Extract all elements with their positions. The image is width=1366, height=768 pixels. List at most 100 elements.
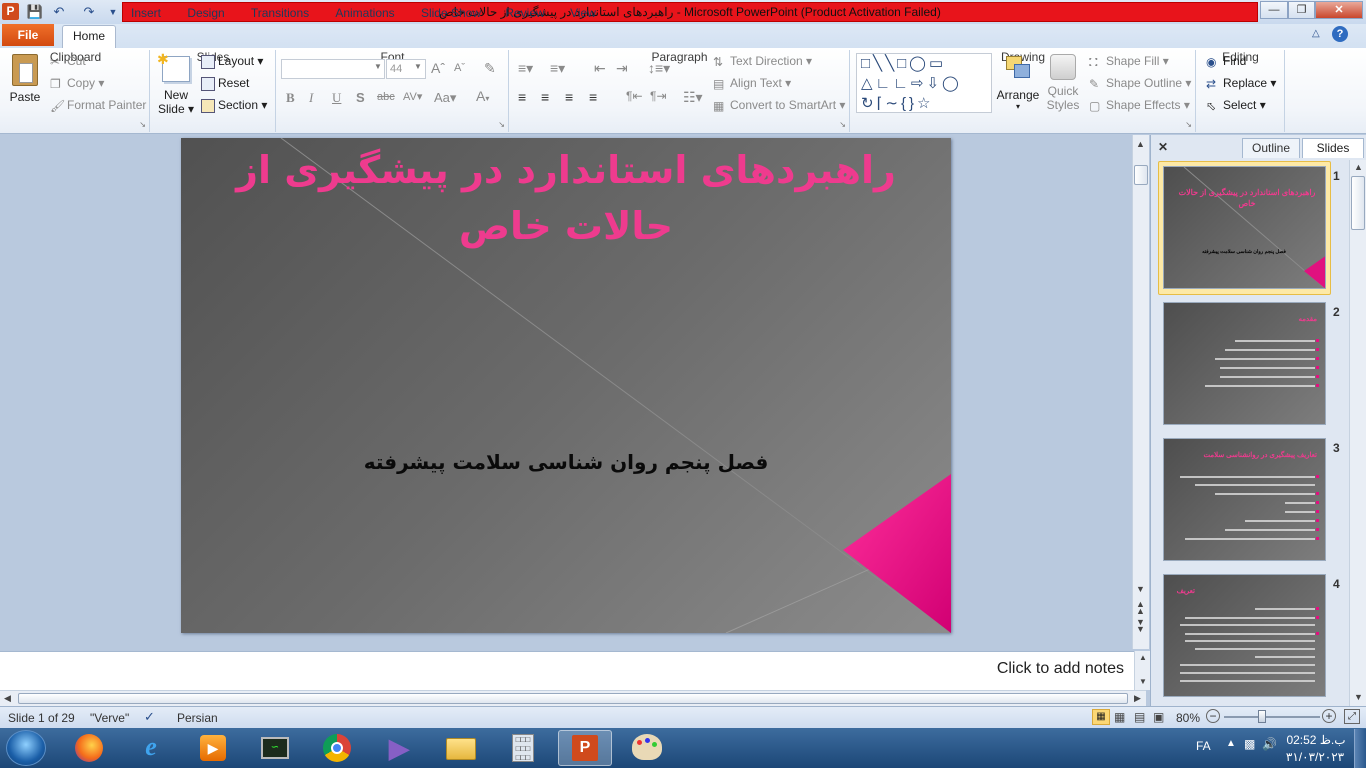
layout-button[interactable]: Layout ▾ — [201, 54, 263, 69]
language-indicator[interactable]: Persian — [177, 711, 218, 725]
align-right-icon[interactable]: ≡ — [565, 89, 573, 105]
vertical-scrollbar[interactable]: ▲ ▼ ▲ ▲ ▼ ▼ — [1132, 135, 1149, 649]
input-language-indicator[interactable]: FA — [1196, 739, 1211, 753]
thumbnail-slide-3[interactable]: تعاریف پیشگیری در روانشناسی سلامت — [1163, 438, 1326, 561]
align-left-icon[interactable]: ≡ — [518, 89, 526, 105]
select-button[interactable]: ⬁ Select ▾ — [1206, 98, 1266, 113]
customize-toolbar-icon[interactable]: ▼ — [104, 3, 122, 21]
pane-scroll-up-icon[interactable]: ▲ — [1354, 162, 1363, 172]
slide-subtitle[interactable]: فصل پنجم روان شناسی سلامت پیشرفته — [301, 450, 831, 474]
shape-outline-button[interactable]: ✎ Shape Outline ▾ — [1089, 76, 1191, 91]
paste-button[interactable]: Paste — [6, 52, 44, 118]
redo-icon[interactable]: ↷ — [80, 3, 98, 21]
zoom-slider[interactable] — [1224, 710, 1320, 723]
rtl-icon[interactable]: ¶⇤ — [626, 89, 643, 103]
pane-scroll-thumb[interactable] — [1351, 176, 1365, 230]
pane-scroll-down-icon[interactable]: ▼ — [1354, 692, 1363, 702]
scroll-right-icon[interactable]: ▶ — [1134, 693, 1141, 704]
tab-home[interactable]: Home — [62, 25, 116, 49]
task-manager-icon[interactable]: ∽ — [248, 730, 302, 766]
dialog-launcher-icon[interactable]: ↘ — [1185, 120, 1192, 129]
scroll-left-icon[interactable]: ◀ — [4, 693, 11, 704]
notes-scroll-down-icon[interactable]: ▼ — [1139, 677, 1147, 686]
zoom-in-icon[interactable]: + — [1322, 709, 1336, 723]
cut-button[interactable]: ✂ Cut — [50, 54, 86, 69]
undo-icon[interactable]: ↶ — [50, 3, 68, 21]
calculator-icon[interactable]: □□□ □□□ □□□ — [496, 730, 550, 766]
firefox-icon[interactable] — [62, 730, 116, 766]
bold-icon[interactable]: B — [286, 90, 295, 106]
app-icon[interactable]: P — [2, 3, 19, 20]
increase-indent-icon[interactable]: ⇥ — [616, 60, 628, 77]
zoom-out-icon[interactable]: − — [1206, 709, 1220, 723]
theme-name[interactable]: "Verve" — [90, 711, 129, 725]
notes-scrollbar[interactable]: ▲ ▼ — [1134, 651, 1150, 690]
tab-review[interactable]: Review — [501, 3, 549, 24]
next-slide-icon[interactable]: ▼ ▼ — [1136, 618, 1145, 634]
tab-animations[interactable]: Animations — [330, 3, 400, 24]
tab-transitions[interactable]: Transitions — [244, 3, 316, 24]
copy-button[interactable]: ❐ Copy ▾ — [50, 76, 104, 91]
numbering-icon[interactable]: ≡▾ — [550, 60, 565, 77]
quick-styles-button[interactable]: Quick Styles — [1042, 52, 1084, 116]
ltr-icon[interactable]: ¶⇥ — [650, 89, 667, 103]
align-text-button[interactable]: ▤ Align Text ▾ — [713, 76, 791, 91]
visual-studio-icon[interactable]: ▶ — [372, 730, 426, 766]
grow-font-icon[interactable]: Aˆ — [431, 60, 445, 76]
arrange-button[interactable]: Arrange ▾ — [996, 52, 1040, 116]
show-desktop-button[interactable] — [1354, 729, 1366, 768]
start-button[interactable] — [6, 730, 46, 766]
close-button[interactable]: ✕ — [1315, 1, 1363, 19]
strikethrough-icon[interactable]: abc — [377, 91, 395, 103]
format-painter-button[interactable]: 🖌 Format Painter — [50, 98, 146, 113]
clock-time[interactable]: 02:52 ب.ظ — [1286, 733, 1346, 747]
tab-view[interactable]: View — [563, 3, 603, 24]
thumbnail-slide-2[interactable]: مقدمه — [1163, 302, 1326, 425]
file-explorer-icon[interactable] — [434, 730, 488, 766]
previous-slide-icon[interactable]: ▲ ▲ — [1136, 600, 1145, 616]
bullets-icon[interactable]: ≡▾ — [518, 60, 533, 77]
save-icon[interactable]: 💾 — [26, 3, 44, 21]
center-icon[interactable]: ≡ — [541, 89, 549, 105]
character-spacing-icon[interactable]: AV▾ — [403, 90, 422, 103]
scroll-down-icon[interactable]: ▼ — [1136, 584, 1145, 594]
slide-title[interactable]: راهبردهای استاندارد در پیشگیری از حالات … — [221, 142, 911, 254]
hscroll-thumb[interactable] — [18, 693, 1128, 704]
slide-canvas[interactable]: راهبردهای استاندارد در پیشگیری از حالات … — [181, 138, 951, 633]
columns-icon[interactable]: ☷▾ — [683, 89, 703, 106]
shadow-icon[interactable]: S — [356, 90, 365, 105]
find-button[interactable]: ◉ Find — [1206, 54, 1246, 69]
fit-slide-icon[interactable]: ⤢ — [1344, 709, 1360, 724]
normal-view-icon[interactable]: ▦ — [1092, 709, 1110, 725]
volume-icon[interactable]: 🔊 — [1262, 737, 1277, 751]
slide-show-icon[interactable]: ▣ — [1153, 710, 1164, 724]
zoom-level[interactable]: 80% — [1176, 711, 1200, 725]
tab-outline[interactable]: Outline — [1242, 138, 1300, 158]
dialog-launcher-icon[interactable]: ↘ — [498, 120, 505, 129]
help-icon[interactable]: ? — [1332, 26, 1348, 42]
thumbnail-slide-4[interactable]: تعریف — [1163, 574, 1326, 697]
replace-button[interactable]: ⇄ Replace ▾ — [1206, 76, 1276, 91]
font-name-dropdown-icon[interactable]: ▼ — [374, 62, 382, 71]
network-icon[interactable]: ▩ — [1244, 737, 1255, 751]
tab-insert[interactable]: Insert — [124, 3, 168, 24]
notes-scroll-up-icon[interactable]: ▲ — [1139, 653, 1147, 662]
dialog-launcher-icon[interactable]: ↘ — [139, 120, 146, 129]
scroll-up-icon[interactable]: ▲ — [1136, 139, 1145, 149]
restore-button[interactable]: ❐ — [1288, 1, 1315, 19]
font-name-select[interactable] — [281, 59, 385, 79]
dialog-launcher-icon[interactable]: ↘ — [839, 120, 846, 129]
internet-explorer-icon[interactable]: e — [124, 730, 178, 766]
section-button[interactable]: Section ▾ — [201, 98, 267, 113]
font-size-dropdown-icon[interactable]: ▼ — [414, 62, 422, 71]
convert-smartart-button[interactable]: ▦ Convert to SmartArt ▾ — [713, 98, 845, 113]
tab-file[interactable]: File — [2, 24, 54, 46]
spell-check-icon[interactable]: ✓ — [144, 709, 155, 725]
italic-icon[interactable]: I — [309, 90, 313, 106]
text-direction-button[interactable]: ⇅ Text Direction ▾ — [713, 54, 812, 69]
minimize-button[interactable]: — — [1260, 1, 1288, 19]
zoom-slider-thumb[interactable] — [1258, 710, 1266, 723]
media-player-icon[interactable]: ▶ — [186, 730, 240, 766]
thumbnail-slide-1[interactable]: راهبردهای استاندارد در پیشگیری از حالات … — [1163, 166, 1326, 289]
clear-formatting-icon[interactable]: ✎ — [484, 60, 496, 77]
